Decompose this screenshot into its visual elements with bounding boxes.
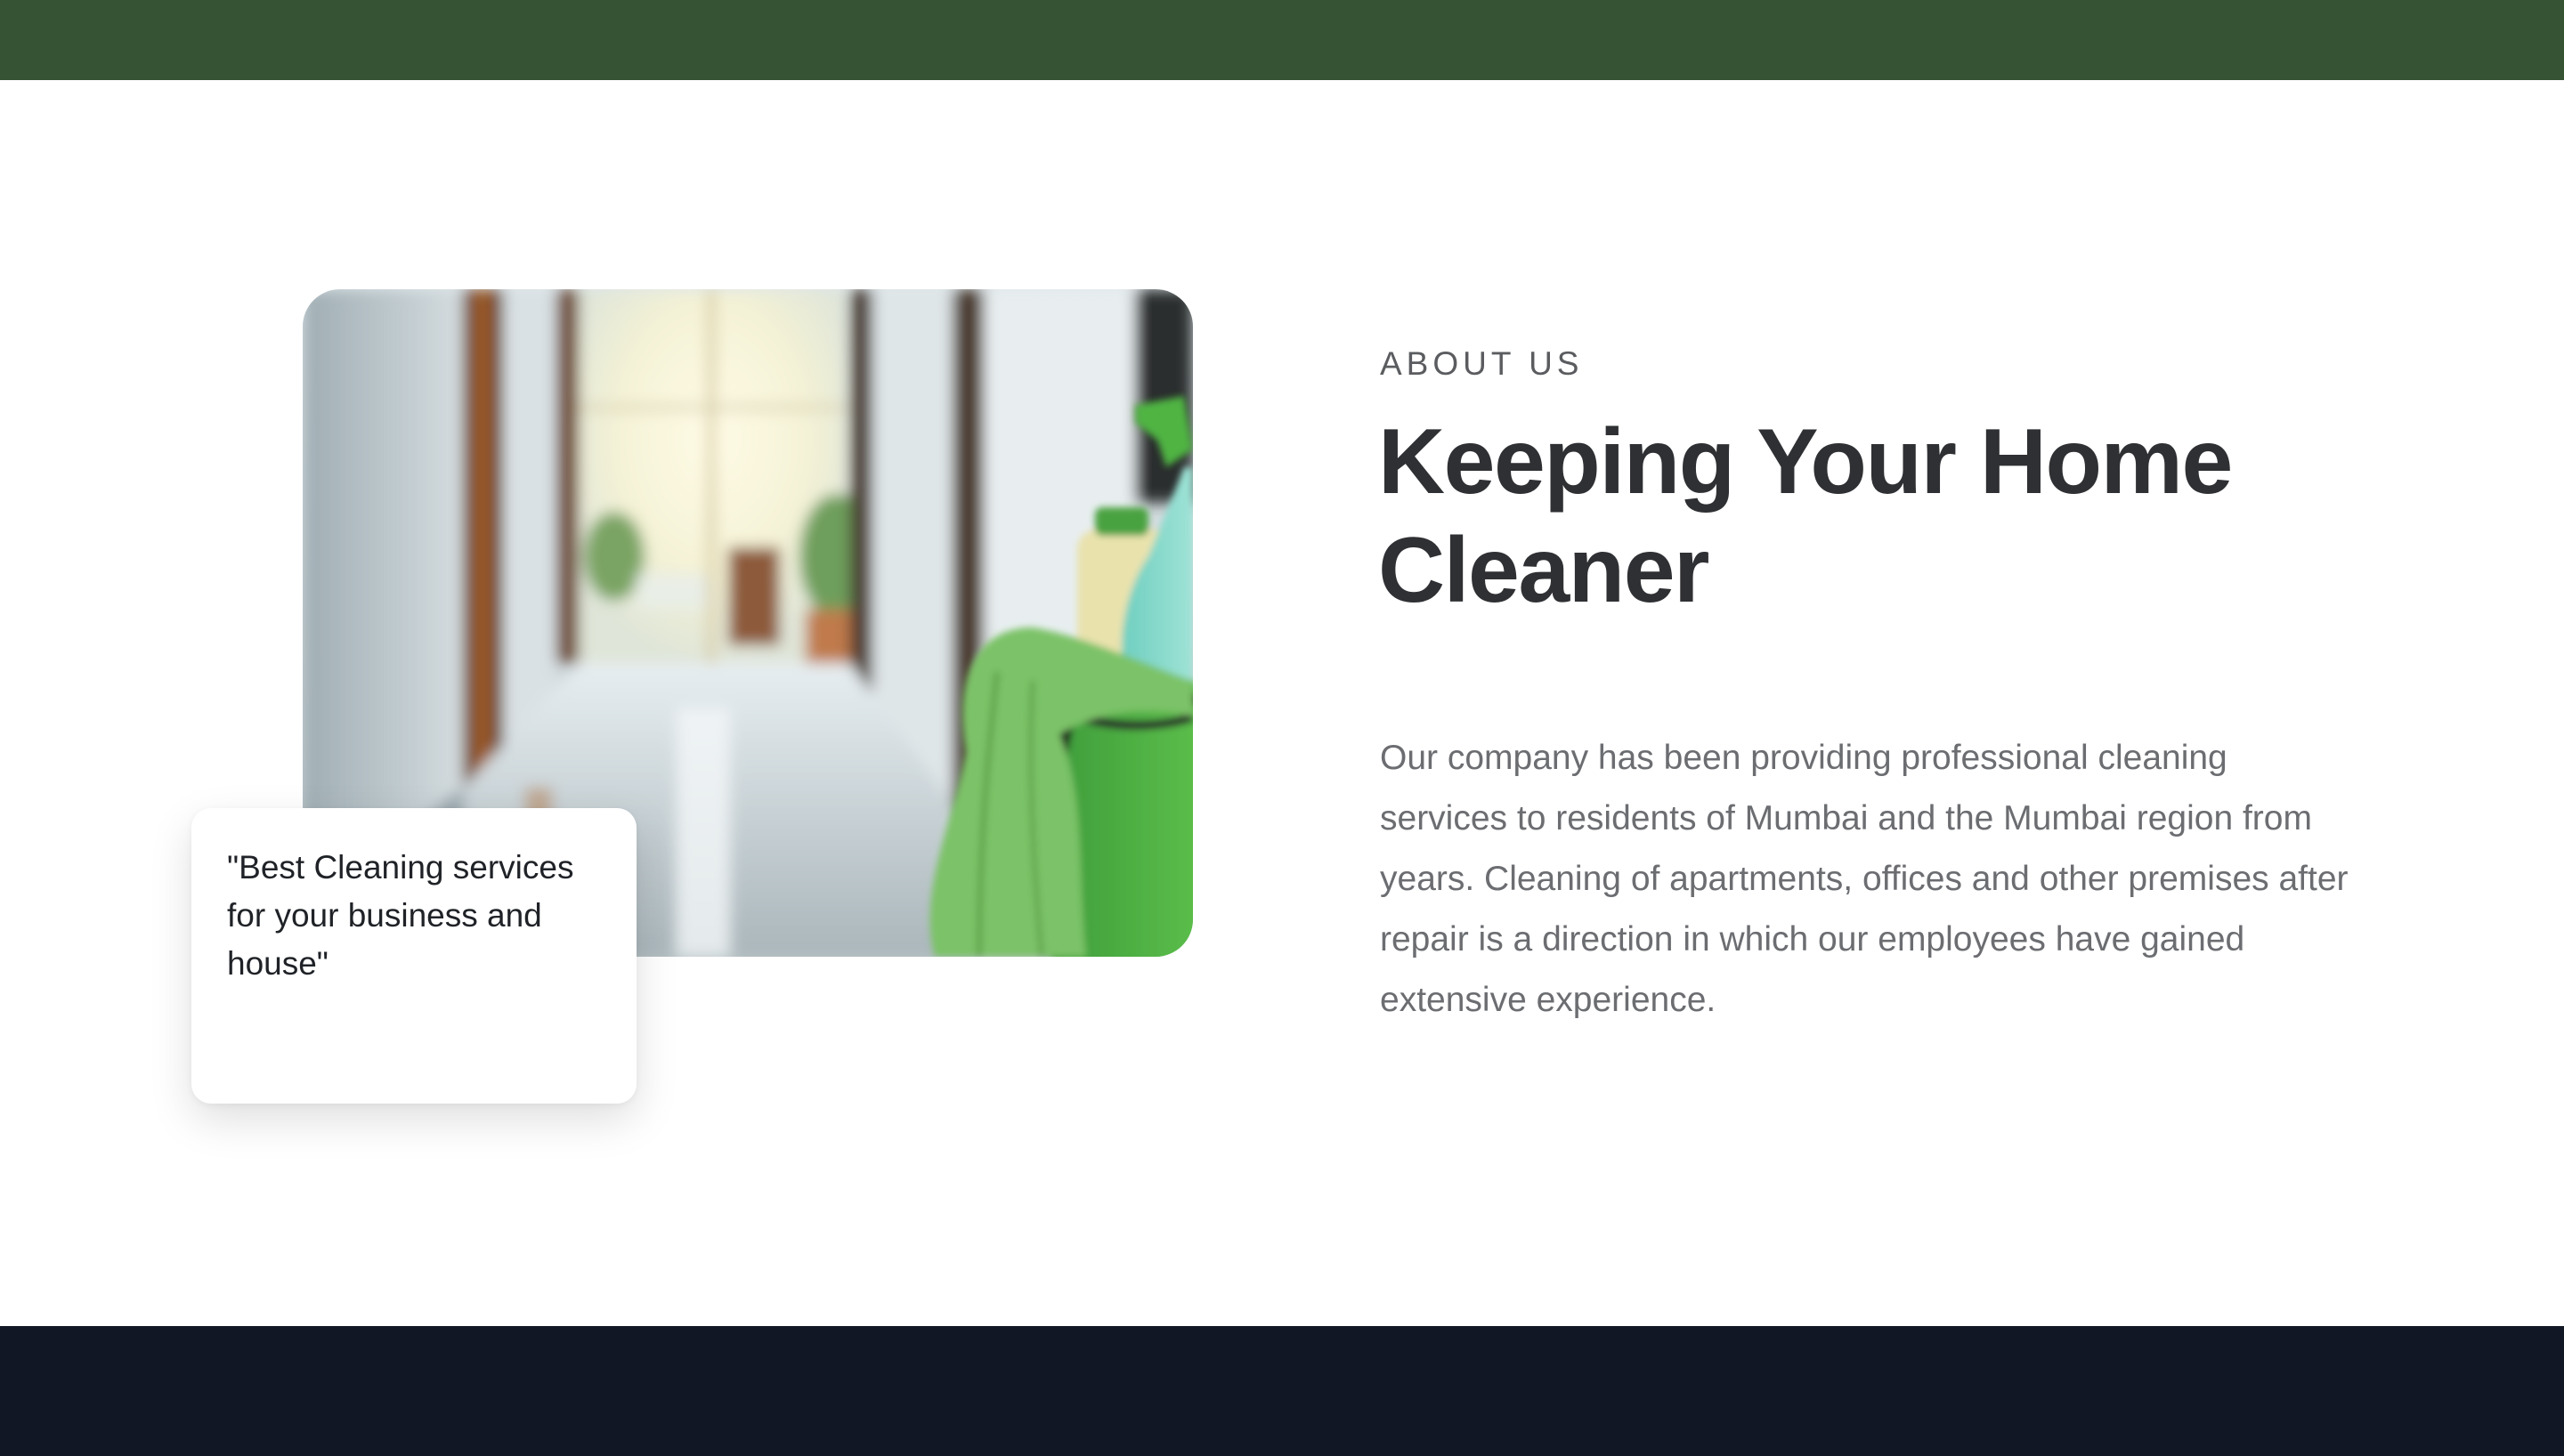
top-header-bar bbox=[0, 0, 2564, 80]
quote-card: "Best Cleaning services for your busines… bbox=[191, 808, 637, 1104]
section-heading: Keeping Your Home Cleaner bbox=[1378, 410, 2233, 622]
section-body-text: Our company has been providing professio… bbox=[1380, 739, 2349, 1019]
footer-band bbox=[0, 1326, 2564, 1456]
section-eyebrow: ABOUT US bbox=[1380, 345, 1584, 382]
quote-text: "Best Cleaning services for your busines… bbox=[227, 849, 574, 982]
